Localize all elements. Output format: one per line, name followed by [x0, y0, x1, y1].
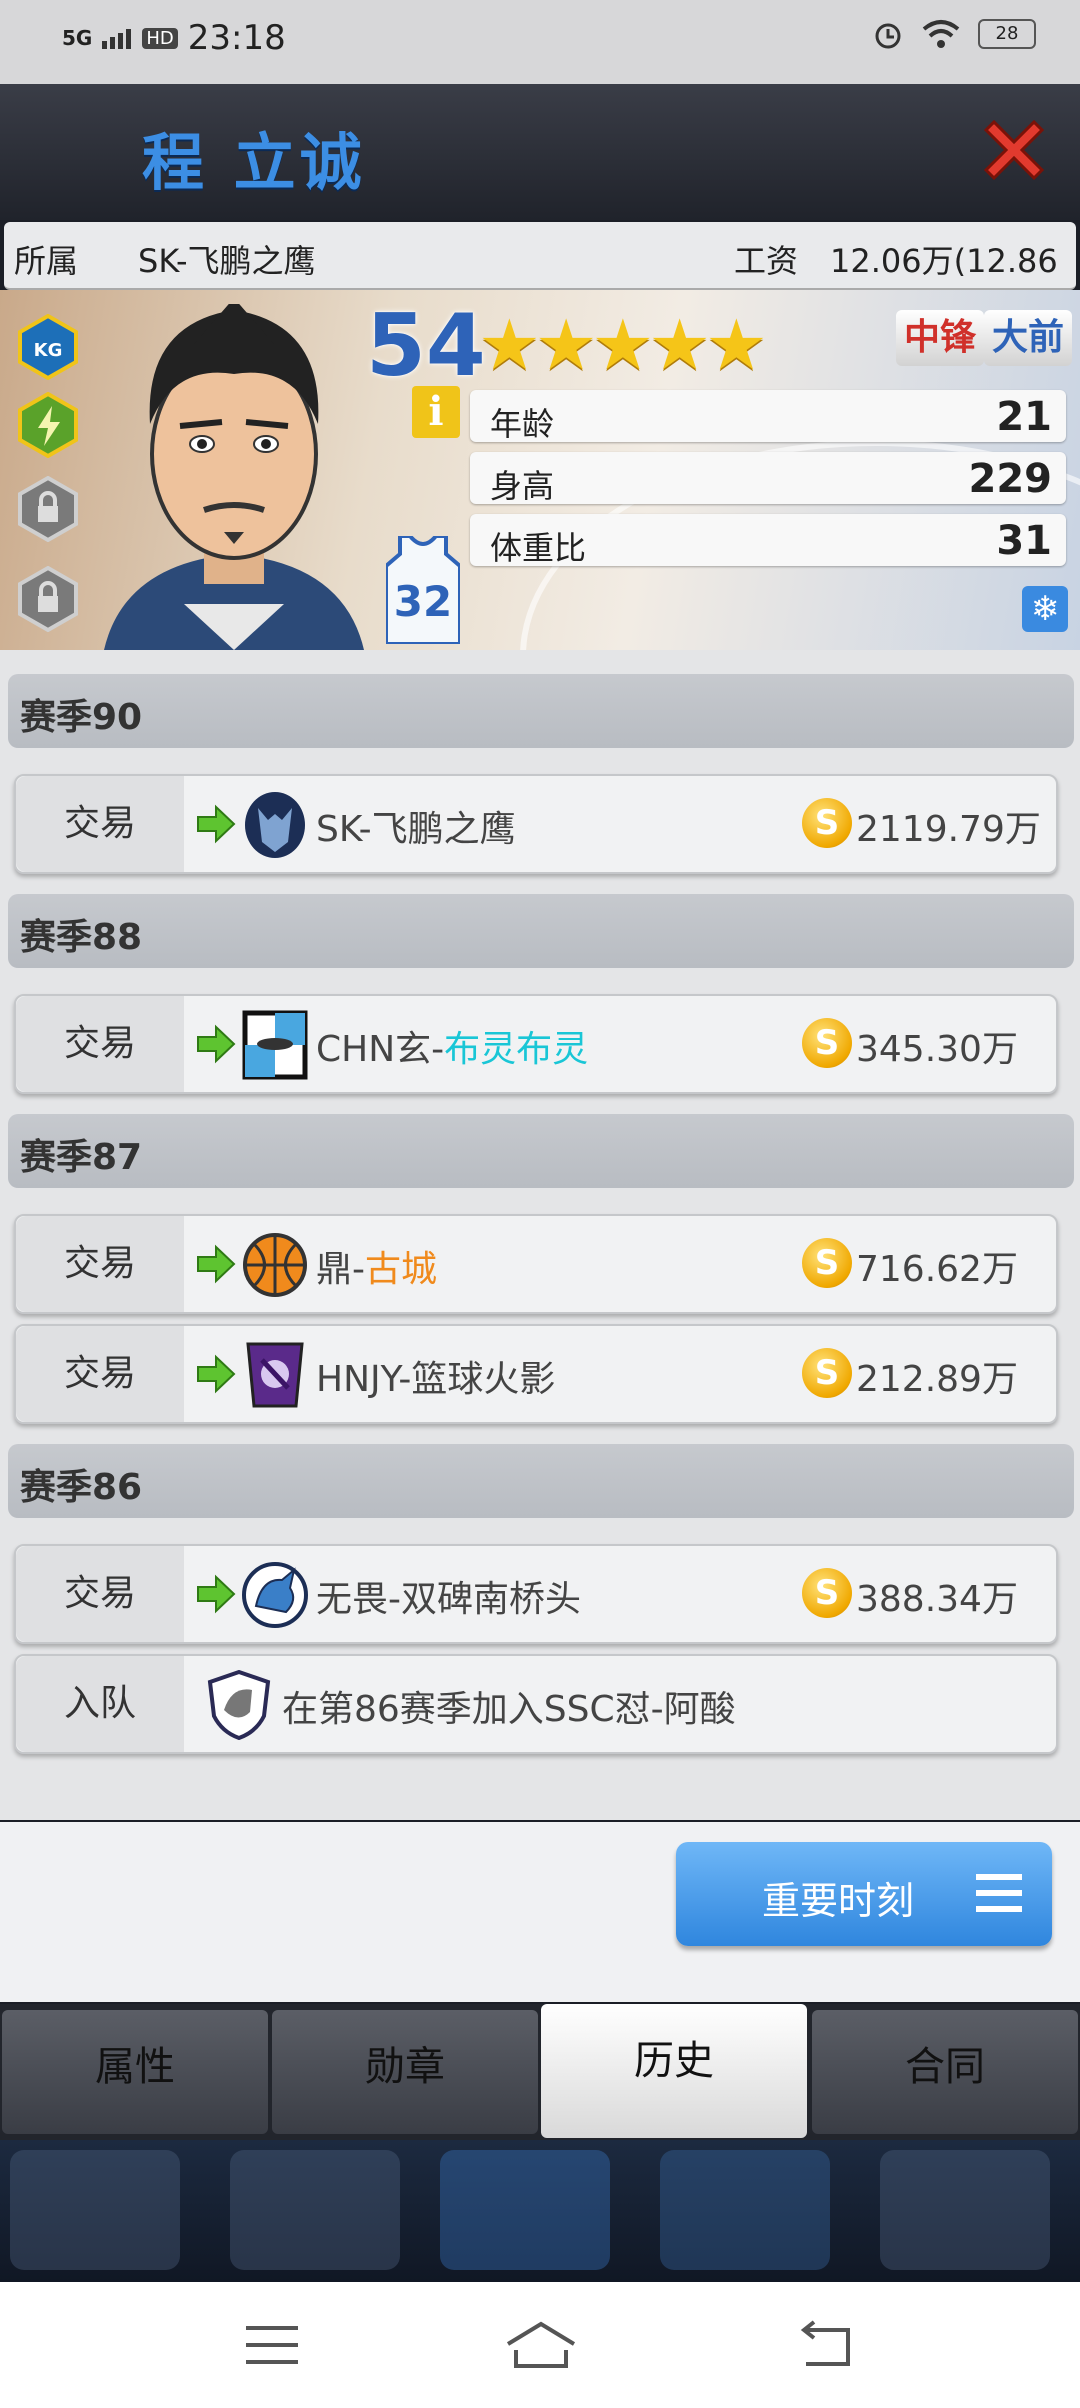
player-name: 程 立诚: [142, 126, 366, 199]
transfer-amount: 388.34万: [856, 1579, 1018, 1620]
snowflake-icon[interactable]: ❄: [1022, 586, 1068, 632]
record-type: 入队: [16, 1656, 184, 1752]
coin-icon: S: [802, 1018, 852, 1068]
join-description: 在第86赛季加入SSC怼-阿酸: [282, 1689, 736, 1730]
blurred-dock-icon: [10, 2150, 180, 2270]
stat-row-weight-ratio: 体重比 31: [470, 514, 1066, 567]
record-type: 交易: [16, 1216, 184, 1312]
tab-contract[interactable]: 合同: [812, 2010, 1078, 2134]
season-header: 赛季88: [8, 894, 1074, 968]
coin-icon: S: [802, 1568, 852, 1618]
team-name: 鼎-古城: [316, 1249, 438, 1290]
coin-icon: S: [802, 798, 852, 848]
team-label: 所属: [14, 242, 79, 280]
team-name[interactable]: SK-飞鹏之鹰: [138, 236, 316, 282]
history-record[interactable]: 交易 鼎-古城 S 716.62万: [14, 1214, 1058, 1314]
svg-text:KG: KG: [34, 340, 63, 361]
record-type: 交易: [16, 1326, 184, 1422]
cell-signal-icon: [102, 29, 132, 49]
salary-label: 工资: [734, 242, 799, 280]
season-header: 赛季86: [8, 1444, 1074, 1518]
info-icon[interactable]: i: [412, 386, 460, 438]
dialog-header: 程 立诚: [0, 84, 1080, 220]
transfer-amount: 716.62万: [856, 1249, 1018, 1290]
history-record[interactable]: 交易 无畏-双碑南桥头 S 388.34万: [14, 1544, 1058, 1644]
tab-medals[interactable]: 勋章: [272, 2010, 538, 2134]
svg-text:32: 32: [394, 577, 452, 626]
tab-history[interactable]: 历史: [541, 2004, 807, 2138]
key-moments-button[interactable]: 重要时刻: [676, 1842, 1052, 1946]
team-name: HNJY-篮球火影: [316, 1359, 556, 1400]
player-panel: KG 54 ★★★★★ 中锋 大前 i 年龄21 身高229 体重比31: [0, 290, 1080, 650]
basketball-team-logo-icon: [243, 1233, 307, 1297]
jersey-icon: 32: [386, 536, 460, 644]
history-list[interactable]: 赛季90 交易 SK-飞鹏之鹰 S 2119.79万 赛季88 交易 CHN玄-…: [0, 650, 1080, 1820]
close-icon[interactable]: [978, 114, 1050, 186]
transfer-amount: 212.89万: [856, 1359, 1018, 1400]
position-tag-center: 中锋: [896, 310, 985, 366]
history-record[interactable]: 交易 CHN玄-布灵布灵 S 345.30万: [14, 994, 1058, 1094]
kg-badge-icon[interactable]: KG: [18, 314, 78, 380]
battery-icon: 28: [978, 19, 1036, 49]
blurred-dock-icon: [440, 2150, 610, 2270]
signal-icon: 5G: [62, 26, 93, 50]
position-tag-power-forward: 大前: [984, 310, 1073, 366]
tab-bar: 属性 勋章 历史 合同: [0, 2004, 1080, 2140]
blurred-dock-icon: [880, 2150, 1050, 2270]
coin-icon: S: [802, 1238, 852, 1288]
system-nav-bar: [0, 2282, 1080, 2408]
history-record[interactable]: 交易 HNJY-篮球火影 S 212.89万: [14, 1324, 1058, 1424]
record-type: 交易: [16, 1546, 184, 1642]
transfer-amount: 345.30万: [856, 1029, 1018, 1070]
alarm-icon: [875, 23, 901, 49]
star-rating-icon: ★★★★★: [478, 304, 768, 386]
stat-row-height: 身高 229: [470, 452, 1066, 505]
transfer-amount: 2119.79万: [856, 809, 1041, 850]
status-bar: 5G HD 23:18 28: [0, 0, 1080, 84]
arrow-right-icon: [197, 1574, 236, 1614]
purple-team-logo-icon: [246, 1342, 304, 1408]
locked-badge-icon[interactable]: [18, 566, 78, 632]
history-record[interactable]: 入队 在第86赛季加入SSC怼-阿酸: [14, 1654, 1058, 1754]
locked-badge-icon[interactable]: [18, 476, 78, 542]
team-name: CHN玄-布灵布灵: [316, 1029, 589, 1070]
season-header: 赛季90: [8, 674, 1074, 748]
shield-team-logo-icon: [207, 1670, 271, 1740]
menu-icon: [976, 1874, 1022, 1912]
player-rating: 54: [366, 296, 486, 396]
arrow-right-icon: [197, 804, 236, 844]
energy-badge-icon[interactable]: [18, 392, 78, 458]
team-name: 无畏-双碑南桥头: [316, 1579, 581, 1620]
home-icon[interactable]: [504, 2320, 578, 2370]
hd-icon: HD: [142, 27, 178, 49]
arrow-right-icon: [197, 1354, 236, 1394]
blurred-dock-icon: [660, 2150, 830, 2270]
ufo-team-logo-icon: [242, 1010, 308, 1080]
tab-attributes[interactable]: 属性: [2, 2010, 268, 2134]
arrow-right-icon: [197, 1024, 236, 1064]
stat-row-age: 年龄 21: [470, 390, 1066, 443]
record-type: 交易: [16, 996, 184, 1092]
background-dock: [0, 2140, 1080, 2282]
player-avatar: [104, 304, 364, 650]
rhino-team-logo-icon: [242, 1562, 308, 1628]
bottom-panel: 重要时刻: [0, 1822, 1080, 2002]
coin-icon: S: [802, 1348, 852, 1398]
status-time: 23:18: [187, 18, 286, 58]
wifi-icon: [922, 20, 960, 48]
record-type: 交易: [16, 776, 184, 872]
arrow-right-icon: [197, 1244, 236, 1284]
blurred-dock-icon: [230, 2150, 400, 2270]
team-name: SK-飞鹏之鹰: [316, 809, 516, 850]
history-record[interactable]: 交易 SK-飞鹏之鹰 S 2119.79万: [14, 774, 1058, 874]
back-icon[interactable]: [796, 2320, 856, 2370]
affiliation-row: 所属 SK-飞鹏之鹰 工资 12.06万(12.86万): [4, 222, 1076, 326]
wolf-team-logo-icon: [245, 792, 305, 858]
season-header: 赛季87: [8, 1114, 1074, 1188]
recents-icon[interactable]: [242, 2320, 302, 2370]
